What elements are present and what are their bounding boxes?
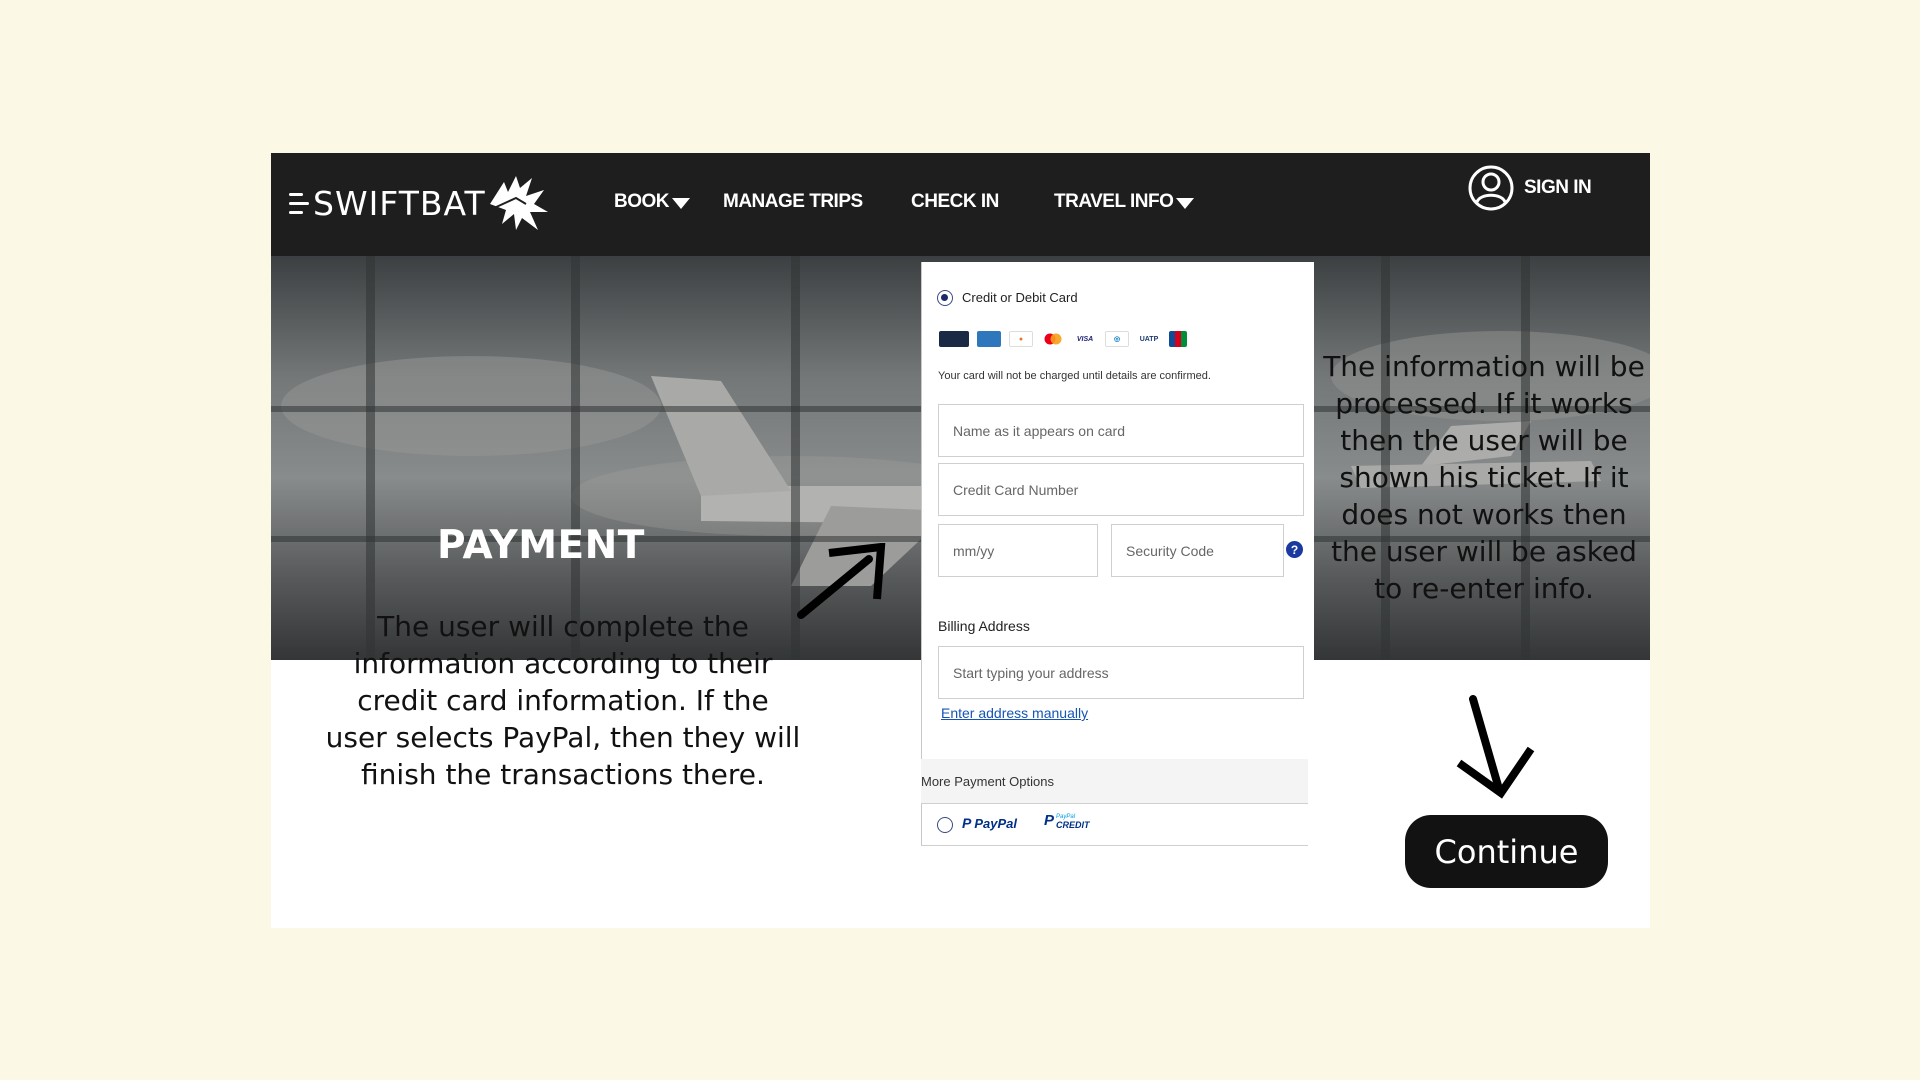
paypal-option[interactable]: P PayPal P PayPal CREDIT xyxy=(921,804,1308,846)
card-number-input[interactable]: Credit Card Number xyxy=(938,463,1304,516)
nav-book[interactable]: BOOK xyxy=(614,187,690,217)
more-payment-options-label: More Payment Options xyxy=(921,773,1054,789)
discover-icon: ● xyxy=(1009,331,1033,347)
card-method-label: Credit or Debit Card xyxy=(962,290,1078,305)
enter-address-manually-link[interactable]: Enter address manually xyxy=(941,705,1088,721)
arrow-up-right-icon xyxy=(797,543,886,619)
nav-travel-info-label: TRAVEL INFO xyxy=(1054,191,1174,212)
slide: SWIFTBAT BOOK MANAGE TRIPS CHECK IN TRAV… xyxy=(271,153,1650,928)
brand-logo[interactable]: SWIFTBAT xyxy=(289,171,550,235)
card-method-radio[interactable] xyxy=(937,290,953,306)
charge-note: Your card will not be charged until deta… xyxy=(938,370,1211,382)
more-payment-options-header: More Payment Options xyxy=(921,759,1308,804)
paypal-radio[interactable] xyxy=(937,817,953,833)
diners-icon: ◎ xyxy=(1105,331,1129,347)
visa-icon: VISA xyxy=(1073,331,1097,347)
user-icon xyxy=(1468,165,1514,211)
page-title: PAYMENT xyxy=(437,523,645,568)
caret-down-icon xyxy=(672,197,690,209)
billing-address-label: Billing Address xyxy=(938,618,1030,634)
arrow-down-icon xyxy=(1456,695,1535,799)
card-brand-logos: ● VISA ◎ UATP xyxy=(939,331,1187,347)
logo-speed-lines xyxy=(289,192,309,214)
nav-travel-info[interactable]: TRAVEL INFO xyxy=(1054,187,1195,217)
continue-button[interactable]: Continue xyxy=(1405,815,1608,888)
annotation-right: The information will be processed. If it… xyxy=(1323,350,1645,605)
sign-in-button[interactable]: SIGN IN xyxy=(1468,165,1592,211)
expiry-input[interactable]: mm/yy xyxy=(938,524,1098,577)
nav-manage-trips[interactable]: MANAGE TRIPS xyxy=(723,187,863,217)
cardholder-name-input[interactable]: Name as it appears on card xyxy=(938,404,1304,457)
annotation-left: The user will complete the information a… xyxy=(325,610,801,791)
nav-check-in[interactable]: CHECK IN xyxy=(911,187,999,217)
paypal-credit-logo: P PayPal CREDIT xyxy=(1044,812,1090,829)
jcb-icon xyxy=(1169,331,1187,347)
paypal-p-icon: P xyxy=(962,815,972,831)
nav-manage-trips-label: MANAGE TRIPS xyxy=(723,191,863,212)
paypal-credit-label: CREDIT xyxy=(1056,819,1090,830)
security-code-input[interactable]: Security Code xyxy=(1111,524,1284,577)
nav-check-in-label: CHECK IN xyxy=(911,191,999,212)
caret-down-icon xyxy=(1176,197,1195,209)
generic-card-icon xyxy=(939,331,969,347)
paypal-label: PayPal xyxy=(974,815,1017,831)
mastercard-icon xyxy=(1041,331,1065,347)
card-payment-section: Credit or Debit Card ● VISA ◎ UATP Your … xyxy=(921,262,1308,760)
bat-icon xyxy=(489,176,548,230)
nav-book-label: BOOK xyxy=(614,191,670,212)
paypal-logo: P PayPal xyxy=(962,815,1017,831)
sign-in-label: SIGN IN xyxy=(1524,177,1592,198)
amex-icon xyxy=(977,331,1001,347)
top-navbar: SWIFTBAT BOOK MANAGE TRIPS CHECK IN TRAV… xyxy=(271,153,1650,256)
paypal-credit-p-icon: P xyxy=(1044,812,1055,829)
uatp-icon: UATP xyxy=(1137,331,1161,347)
address-input[interactable]: Start typing your address xyxy=(938,646,1304,699)
brand-name: SWIFTBAT xyxy=(313,183,486,223)
help-icon[interactable]: ? xyxy=(1286,541,1303,558)
payment-form-panel: Credit or Debit Card ● VISA ◎ UATP Your … xyxy=(921,262,1314,846)
